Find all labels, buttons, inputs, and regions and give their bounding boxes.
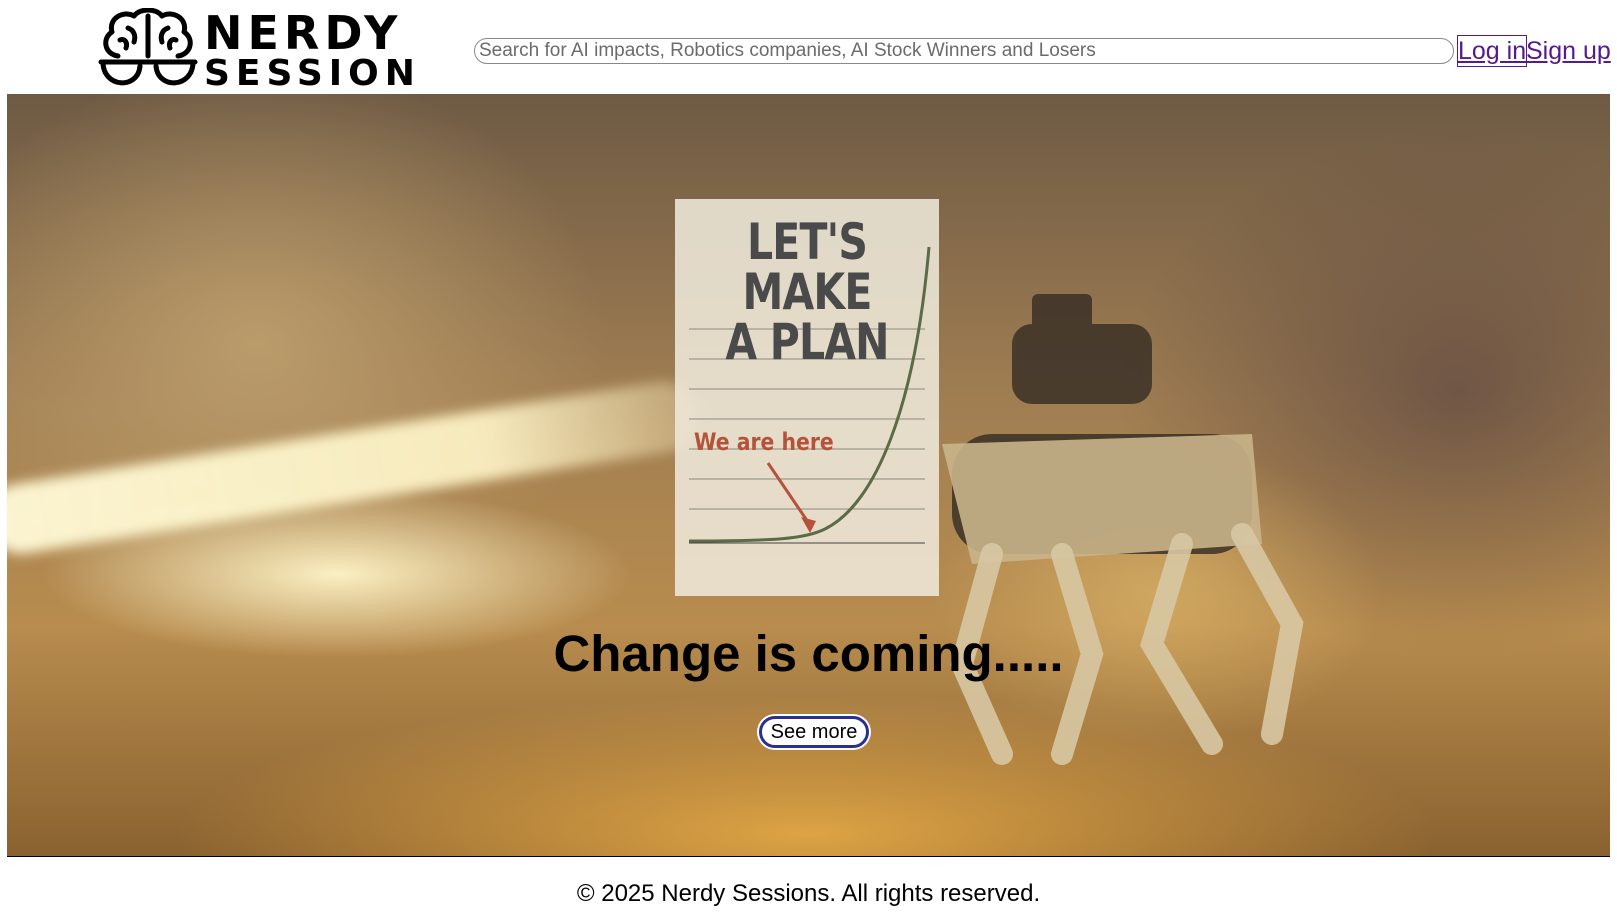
see-more-button[interactable]: See more xyxy=(759,716,869,748)
footer-copyright: © 2025 Nerdy Sessions. All rights reserv… xyxy=(576,880,1041,907)
logo-wordmark-bottom: SESSION xyxy=(204,53,421,94)
poster-title-line2: A PLAN xyxy=(725,313,889,371)
signup-link[interactable]: Sign up xyxy=(1526,36,1611,66)
hero-divider xyxy=(7,856,1610,857)
poster-card: LET'S MAKE A PLAN We are here xyxy=(675,199,939,596)
site-logo[interactable]: NERDY SESSION xyxy=(98,8,415,94)
hero-headline: Change is coming..... xyxy=(553,625,1064,682)
hero-banner: LET'S MAKE A PLAN We are here Change is … xyxy=(7,94,1610,856)
logo-wordmark-top: NERDY xyxy=(204,6,403,60)
site-header: NERDY SESSION Log in Sign up xyxy=(0,0,1617,94)
robot-dog-image xyxy=(942,294,1304,765)
poster-title: LET'S MAKE A PLAN xyxy=(699,217,915,367)
login-link[interactable]: Log in xyxy=(1456,35,1528,67)
poster-title-line1: LET'S MAKE xyxy=(742,213,872,321)
flame-jet xyxy=(7,376,704,559)
search-input[interactable] xyxy=(474,38,1454,64)
brain-glasses-icon xyxy=(98,8,198,86)
poster-label: We are here xyxy=(694,428,834,456)
